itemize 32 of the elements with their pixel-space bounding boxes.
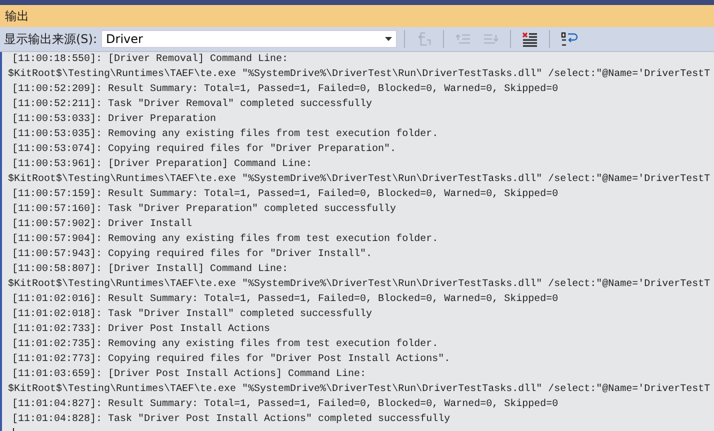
log-line: [11:00:57:902]: Driver Install [12, 218, 192, 232]
log-line: [11:01:02:733]: Driver Post Install Actions [12, 322, 270, 337]
clear-all-icon [522, 31, 538, 47]
command-line: $KitRoot$\Testing\Runtimes\TAEF\te.exe "%SystemDrive%\DriverTest\Run\DriverTestTasks.dll" /select:"@Name='DriverTestT [8, 68, 710, 82]
log-line: [11:00:57:159]: Result Summary: Total=1, Passed=1, Failed=0, Blocked=0, Warned=0, Skipped=0 [12, 188, 558, 202]
log-line: [11:00:53:035]: Removing any existing files from test execution folder. [12, 128, 438, 142]
dropdown-caret-icon [385, 37, 392, 41]
panel-title: 输出 [5, 8, 29, 24]
log-line: [11:00:18:550]: [Driver Removal] Command Line: [12, 52, 288, 67]
log-line: [11:01:02:018]: Task "Driver Install" completed successfully [12, 308, 372, 322]
log-line: [11:00:52:209]: Result Summary: Total=1, Passed=1, Failed=0, Blocked=0, Warned=0, Skipped=0 [12, 82, 558, 97]
log-line: [11:00:58:807]: [Driver Install] Command Line: [12, 262, 288, 277]
log-line: [11:00:53:074]: Copying required files for "Driver Preparation". [12, 142, 396, 157]
log-line: [11:00:57:943]: Copying required files for "Driver Install". [12, 248, 372, 262]
command-line: $KitRoot$\Testing\Runtimes\TAEF\te.exe "%SystemDrive%\DriverTest\Run\DriverTestTasks.dll" /select:"@Name='DriverTestT [8, 172, 710, 187]
command-line: $KitRoot$\Testing\Runtimes\TAEF\te.exe "%SystemDrive%\DriverTest\Run\DriverTestTasks.dll" /select:"@Name='DriverTestT [8, 278, 710, 292]
log-line: [11:00:52:211]: Task "Driver Removal" completed successfully [12, 98, 372, 112]
log-line: [11:01:02:735]: Removing any existing files from test execution folder. [12, 338, 438, 352]
log-line: [11:00:53:033]: Driver Preparation [12, 112, 216, 127]
log-line: [11:01:03:659]: [Driver Post Install Actions] Command Line: [12, 368, 366, 382]
log-line: [11:01:04:828]: Task "Driver Post Install Actions" completed successfully [12, 412, 450, 427]
log-line: [11:01:02:773]: Copying required files for "Driver Post Install Actions". [12, 352, 450, 367]
word-wrap-icon [560, 31, 578, 47]
log-line: [11:00:57:904]: Removing any existing files from test execution folder. [12, 232, 438, 247]
log-line: [11:00:53:961]: [Driver Preparation] Command Line: [12, 158, 312, 172]
command-line: $KitRoot$\Testing\Runtimes\TAEF\te.exe "%SystemDrive%\DriverTest\Run\DriverTestTasks.dll" /select:"@Name='DriverTestT [8, 382, 710, 397]
log-line: [11:01:02:016]: Result Summary: Total=1, Passed=1, Failed=0, Blocked=0, Warned=0, Skipped=0 [12, 292, 558, 307]
source-label: 显示输出来源(S): [4, 30, 98, 48]
log-line: [11:00:57:160]: Task "Driver Preparation" completed successfully [12, 202, 396, 217]
log-line: [11:01:04:827]: Result Summary: Total=1, Passed=1, Failed=0, Blocked=0, Warned=0, Skipped=0 [12, 398, 558, 412]
source-dropdown[interactable]: Driver [101, 30, 398, 48]
goto-source-icon [416, 31, 432, 47]
